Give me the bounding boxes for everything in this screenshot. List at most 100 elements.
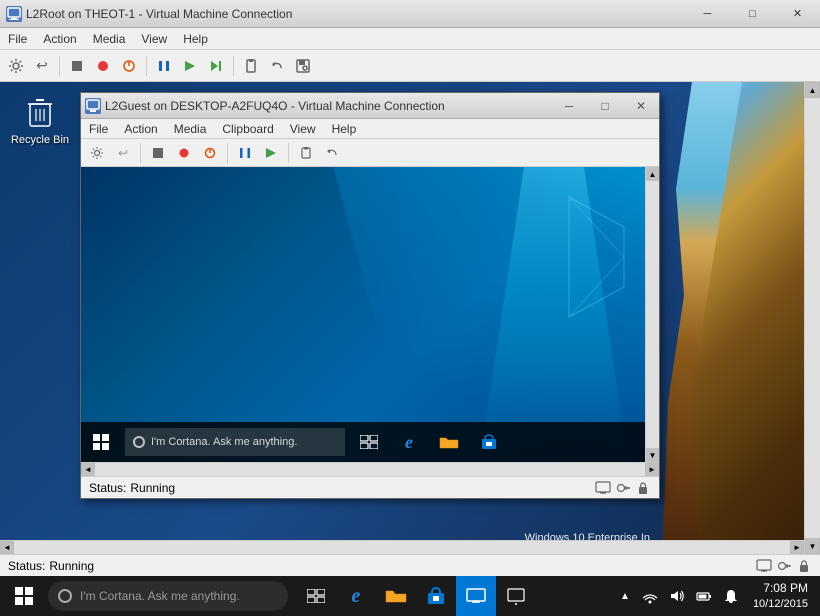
outer-systray-battery[interactable] [691,576,717,616]
inner-taskbar-store[interactable] [469,422,509,462]
outer-scroll-down-btn[interactable]: ▼ [805,538,820,554]
toolbar-sep-2 [146,56,147,76]
outer-systray-clock[interactable]: 7:08 PM 10/12/2015 [745,581,816,611]
outer-h-scroll-right[interactable]: ► [790,541,804,555]
inner-taskbar: I'm Cortana. Ask me anything. [81,422,645,462]
outer-menu-file[interactable]: File [0,30,35,48]
outer-volume-icon [669,588,685,604]
toolbar-disk-btn[interactable] [291,54,315,78]
inner-status-bar: Status: Running [81,476,659,498]
inner-scroll-down-btn[interactable]: ▼ [646,448,659,462]
inner-toolbar-back-btn[interactable]: ↩ [111,141,135,165]
outer-menu-help[interactable]: Help [175,30,216,48]
recycle-bin[interactable]: Recycle Bin [10,92,70,146]
inner-vm-title: L2Guest on DESKTOP-A2FUQ4O - Virtual Mac… [105,99,551,113]
clock-date: 10/12/2015 [753,597,808,611]
inner-toolbar-record-btn[interactable] [172,141,196,165]
outer-vm-taskbar-icon [466,586,486,606]
inner-status-label: Status: [89,481,126,495]
outer-close-button[interactable]: ✕ [775,0,820,27]
inner-h-scroll-left[interactable]: ◄ [81,463,95,477]
inner-menu-help[interactable]: Help [324,120,365,138]
inner-toolbar-pause-btn[interactable] [233,141,257,165]
inner-vm-content: ▲ ▼ [81,167,659,498]
outer-taskbar-vm[interactable] [456,576,496,616]
inner-search-bar[interactable]: I'm Cortana. Ask me anything. [125,428,345,456]
outer-systray-chevron[interactable]: ▲ [614,576,636,616]
inner-toolbar-sep-2 [227,143,228,163]
recycle-bin-label: Recycle Bin [11,134,69,146]
outer-taskbar-explorer[interactable] [376,576,416,616]
toolbar-play-btn[interactable] [178,54,202,78]
win-logo [509,187,629,327]
inner-taskbar-edge[interactable]: e [389,422,429,462]
outer-search-bar[interactable]: I'm Cortana. Ask me anything. [48,581,288,611]
inner-scrollbar-v[interactable]: ▲ ▼ [645,167,659,462]
outer-scroll-up-btn[interactable]: ▲ [805,82,820,98]
toolbar-clipboard-btn[interactable] [239,54,263,78]
outer-menu-view[interactable]: View [133,30,175,48]
outer-scrollbar-v[interactable]: ▲ ▼ [804,82,820,554]
outer-systray-network[interactable] [637,576,663,616]
toolbar-shutdown-btn[interactable] [117,54,141,78]
inner-close-button[interactable]: ✕ [623,93,659,119]
inner-vm-menubar: File Action Media Clipboard View Help [81,119,659,139]
outer-minimize-button[interactable]: ─ [685,0,730,27]
outer-lock-icon [796,558,812,574]
outer-search-placeholder: I'm Cortana. Ask me anything. [80,589,240,603]
toolbar-stop-btn[interactable] [65,54,89,78]
toolbar-back-btn[interactable]: ↩ [30,54,54,78]
toolbar-undo-btn[interactable] [265,54,289,78]
inner-toolbar-stop-btn[interactable] [146,141,170,165]
inner-menu-clipboard[interactable]: Clipboard [214,120,281,138]
outer-start-button[interactable] [0,576,48,616]
outer-taskbar-store[interactable] [416,576,456,616]
outer-vm-menubar: File Action Media View Help [0,28,820,50]
inner-h-scroll-right[interactable]: ► [645,463,659,477]
outer-maximize-button[interactable]: □ [730,0,775,27]
inner-toolbar-undo-btn[interactable] [320,141,344,165]
inner-toolbar-power-btn[interactable] [198,141,222,165]
outer-taskview-btn[interactable] [296,576,336,616]
outer-vm-toolbar: ↩ [0,50,820,82]
inner-vm-toolbar: ↩ [81,139,659,167]
inner-taskbar-taskview[interactable] [349,422,389,462]
outer-folder-icon [385,587,407,605]
outer-taskbar-edge[interactable]: e [336,576,376,616]
toolbar-pause-btn[interactable] [152,54,176,78]
inner-menu-view[interactable]: View [282,120,324,138]
inner-lock-icon [635,480,651,496]
outer-status-icons [756,558,812,574]
outer-monitor-icon [756,558,772,574]
inner-toolbar-play-btn[interactable] [259,141,283,165]
inner-toolbar-settings-btn[interactable] [85,141,109,165]
outer-h-scroll-left[interactable]: ◄ [0,541,14,555]
outer-scroll-track-v [805,98,820,538]
inner-vm-icon [85,98,101,114]
inner-search-placeholder: I'm Cortana. Ask me anything. [151,436,297,448]
inner-start-button[interactable] [81,422,121,462]
outer-status-label: Status: [8,559,45,573]
outer-systray-volume[interactable] [664,576,690,616]
outer-search-icon [58,589,72,603]
inner-menu-file[interactable]: File [81,120,116,138]
inner-scroll-up-btn[interactable]: ▲ [646,167,659,181]
toolbar-record-btn[interactable] [91,54,115,78]
toolbar-sep-3 [233,56,234,76]
toolbar-sep-1 [59,56,60,76]
inner-menu-media[interactable]: Media [166,120,215,138]
inner-taskbar-explorer[interactable] [429,422,469,462]
inner-minimize-button[interactable]: ─ [551,93,587,119]
toolbar-next-btn[interactable] [204,54,228,78]
inner-menu-action[interactable]: Action [116,120,165,138]
toolbar-settings-btn[interactable] [4,54,28,78]
inner-toolbar-clipboard-btn[interactable] [294,141,318,165]
inner-monitor-icon [595,480,611,496]
outer-desktop-area: Windows 10 Enterprise In Evaluation cop … [0,82,820,616]
inner-maximize-button[interactable]: □ [587,93,623,119]
outer-menu-action[interactable]: Action [35,30,84,48]
outer-systray-notifications[interactable] [718,576,744,616]
outer-menu-media[interactable]: Media [85,30,134,48]
inner-vm-window: L2Guest on DESKTOP-A2FUQ4O - Virtual Mac… [80,92,660,499]
outer-taskbar-network[interactable] [496,576,536,616]
